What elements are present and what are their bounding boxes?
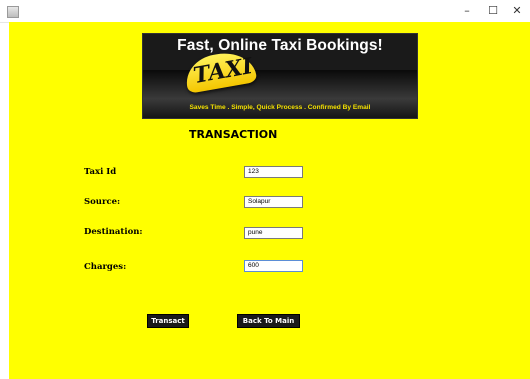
- destination-label: Destination:: [84, 227, 143, 237]
- page-title: TRANSACTION: [189, 128, 278, 141]
- java-app-icon: [7, 6, 19, 18]
- close-button[interactable]: ✕: [506, 2, 528, 20]
- charges-label: Charges:: [84, 262, 127, 272]
- taxi-id-field[interactable]: 123: [244, 166, 303, 178]
- taxi-banner-image: Fast, Online Taxi Bookings! TAXI Saves T…: [142, 33, 418, 119]
- title-bar: – ☐ ✕: [0, 0, 530, 23]
- banner-headline: Fast, Online Taxi Bookings!: [177, 37, 383, 54]
- taxi-id-label: Taxi Id: [84, 167, 117, 177]
- destination-field[interactable]: pune: [244, 227, 303, 239]
- minimize-button[interactable]: –: [456, 2, 478, 20]
- main-panel: Fast, Online Taxi Bookings! TAXI Saves T…: [9, 22, 530, 379]
- transact-button[interactable]: Transact: [147, 314, 189, 328]
- back-to-main-button[interactable]: Back To Main: [237, 314, 300, 328]
- source-label: Source:: [84, 197, 121, 207]
- maximize-button[interactable]: ☐: [482, 2, 504, 20]
- banner-tagline: Saves Time . Simple, Quick Process . Con…: [189, 104, 371, 111]
- charges-field[interactable]: 600: [244, 260, 303, 272]
- source-field[interactable]: Solapur: [244, 196, 303, 208]
